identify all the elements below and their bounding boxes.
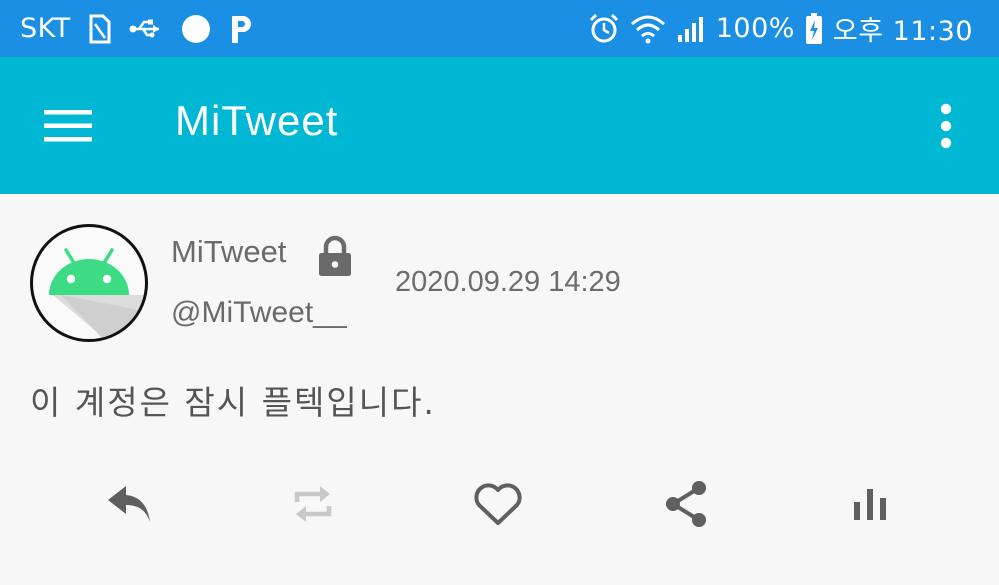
- signal-icon: [677, 16, 703, 42]
- carrier-label: SKT: [20, 13, 71, 44]
- tweet-actions: [0, 474, 999, 540]
- share-button[interactable]: [655, 474, 715, 534]
- like-button[interactable]: [468, 474, 528, 534]
- battery-percent: 100%: [715, 13, 795, 44]
- status-bar-right: 100% 오후 11:30: [588, 0, 973, 57]
- battery-charging-icon: [805, 12, 822, 44]
- stats-icon: [854, 489, 886, 520]
- overflow-menu-icon[interactable]: [933, 103, 959, 149]
- sim-card-icon: [89, 14, 111, 43]
- stats-button[interactable]: [840, 474, 900, 534]
- avatar[interactable]: [30, 224, 148, 342]
- tweet-card: MiTweet @MiTweet__ 2020.09.29 14:29 이 계정…: [0, 194, 999, 585]
- reply-icon: [108, 486, 150, 522]
- hamburger-menu-icon[interactable]: [44, 108, 92, 144]
- p-notification-icon: [231, 15, 251, 43]
- heart-icon: [474, 483, 522, 525]
- wifi-icon: [630, 15, 665, 43]
- app-bar: MiTweet: [0, 57, 999, 194]
- clock: 오후 11:30: [832, 16, 973, 47]
- status-bar: SKT 100% 오후 11:30: [0, 0, 999, 57]
- circle-notification-icon: [181, 14, 210, 43]
- user-handle[interactable]: @MiTweet__: [171, 296, 347, 330]
- tweet-timestamp: 2020.09.29 14:29: [395, 266, 621, 298]
- alarm-icon: [589, 13, 618, 42]
- usb-icon: [129, 19, 159, 37]
- reply-button[interactable]: [99, 474, 159, 534]
- share-icon: [666, 481, 706, 527]
- status-bar-left: SKT: [20, 0, 255, 57]
- retweet-icon: [294, 486, 332, 522]
- app-title: MiTweet: [175, 97, 339, 144]
- display-name[interactable]: MiTweet: [171, 234, 286, 270]
- android-logo-icon: [49, 248, 145, 339]
- retweet-button[interactable]: [283, 474, 343, 534]
- tweet-text: 이 계정은 잠시 플텍입니다.: [30, 383, 436, 422]
- lock-icon: [319, 235, 351, 276]
